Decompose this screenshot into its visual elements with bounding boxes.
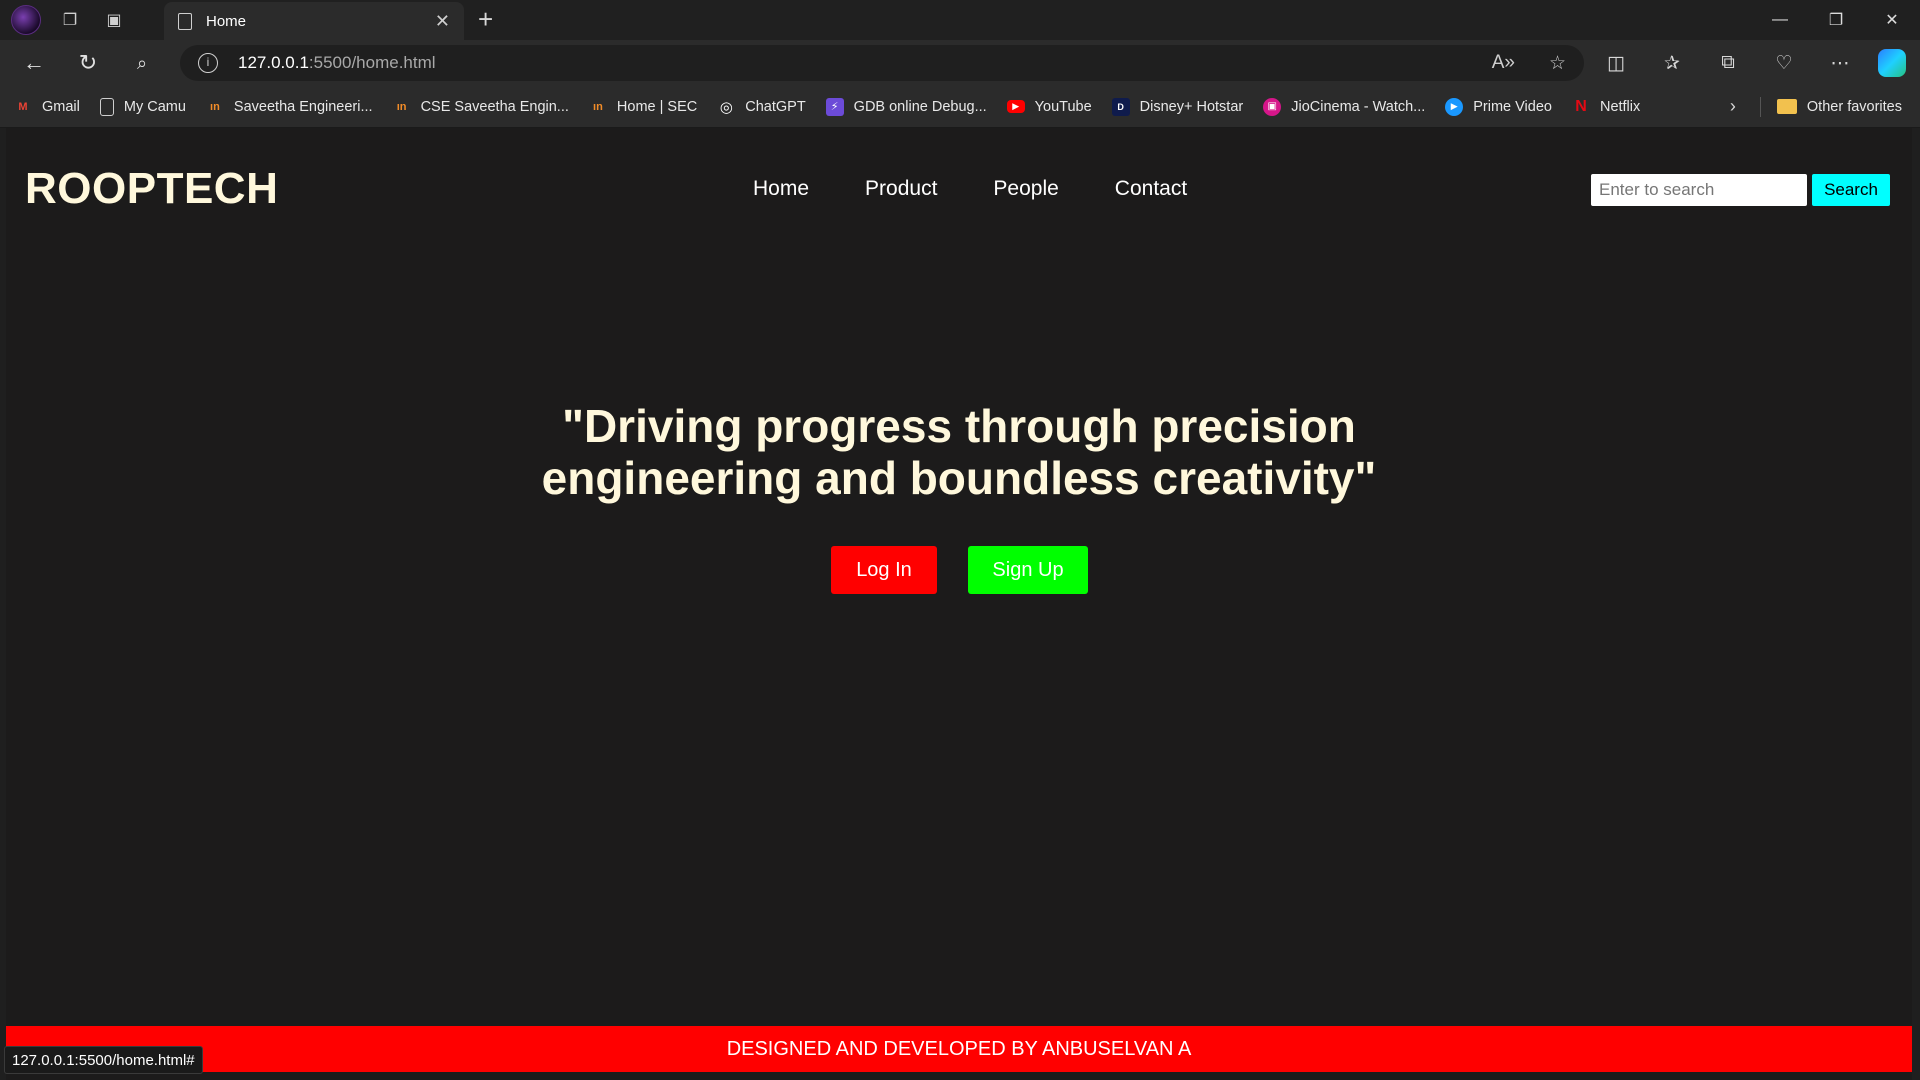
page-icon	[178, 12, 192, 30]
profile-avatar[interactable]	[10, 4, 42, 36]
nav-people-link[interactable]: People	[993, 177, 1058, 201]
close-tab-icon[interactable]: ✕	[435, 11, 450, 32]
status-url-tooltip: 127.0.0.1:5500/home.html#	[4, 1046, 203, 1074]
hero-line-2: engineering and boundless creativity"	[541, 452, 1377, 504]
saveetha-icon: ın	[396, 100, 407, 113]
auth-buttons: Log In Sign Up	[831, 546, 1088, 594]
favorite-star-icon[interactable]: ☆	[1549, 52, 1566, 75]
chatgpt-icon: ◎	[719, 98, 733, 116]
bookmark-label: Home | SEC	[616, 98, 698, 115]
bookmark-my-camu[interactable]: My Camu	[99, 97, 186, 116]
site-info-icon[interactable]: i	[198, 53, 218, 73]
search-input[interactable]	[1591, 174, 1807, 206]
bookmark-label: CSE Saveetha Engin...	[420, 98, 569, 115]
bookmark-label: Saveetha Engineeri...	[233, 98, 373, 115]
more-menu-icon[interactable]: ⋯	[1822, 45, 1858, 81]
url-path: :5500/home.html	[308, 53, 436, 72]
search-button[interactable]: Search	[1812, 174, 1890, 206]
chevron-right-icon[interactable]: ›	[1730, 96, 1736, 117]
bookmarks-bar: M Gmail My Camu ın Saveetha Engineeri... ı…	[0, 86, 1920, 128]
login-button[interactable]: Log In	[831, 546, 937, 594]
tab-home[interactable]: Home ✕	[164, 2, 464, 40]
read-aloud-icon[interactable]: A»	[1492, 52, 1515, 75]
bookmark-label: ChatGPT	[745, 98, 806, 115]
other-favorites-folder[interactable]: Other favorites	[1776, 98, 1902, 115]
bookmark-netflix[interactable]: N Netflix	[1572, 98, 1640, 116]
bookmark-disney-hotstar[interactable]: D Disney+ Hotstar	[1111, 97, 1244, 116]
workspaces-icon[interactable]: ❐	[54, 4, 86, 36]
browser-tab-bar: ❐ ▣ Home ✕ + — ❐ ✕	[0, 0, 1920, 40]
bookmark-label: Gmail	[42, 98, 80, 115]
new-tab-button[interactable]: +	[478, 4, 493, 35]
nav-product-link[interactable]: Product	[865, 177, 937, 201]
bookmark-label: GDB online Debug...	[853, 98, 987, 115]
address-bar-actions: A» ☆	[1492, 52, 1566, 75]
avatar	[11, 5, 41, 35]
site-footer: DESIGNED AND DEVELOPED BY ANBUSELVAN A	[6, 1026, 1912, 1072]
jiocinema-icon: ▣	[1263, 97, 1282, 116]
site-logo[interactable]: ROOPTECH	[25, 164, 278, 214]
bookmark-label: Netflix	[1599, 98, 1641, 115]
nav-contact-link[interactable]: Contact	[1115, 177, 1187, 201]
collections-icon[interactable]: ⧉	[1710, 45, 1746, 81]
browser-toolbar: ← ↻ ⌕ i 127.0.0.1:5500/home.html A» ☆ ◫ …	[0, 40, 1920, 86]
hero-tagline: "Driving progress through precision engi…	[6, 400, 1912, 504]
bookmark-label: JioCinema - Watch...	[1291, 98, 1426, 115]
bookmarks-divider	[1759, 96, 1761, 117]
site-navigation: Home Product People Contact	[753, 177, 1187, 201]
toolbar-actions: ◫ ✰ ⧉ ♡ ⋯ c	[1598, 45, 1906, 81]
search-icon[interactable]: ⌕	[122, 45, 162, 81]
youtube-icon: ▶	[1006, 100, 1025, 113]
bookmark-chatgpt[interactable]: ◎ ChatGPT	[717, 98, 806, 116]
bookmark-gdb-online[interactable]: ⚡ GDB online Debug...	[825, 97, 987, 116]
bookmark-jiocinema[interactable]: ▣ JioCinema - Watch...	[1263, 97, 1426, 116]
bookmark-saveetha-engineering[interactable]: ın Saveetha Engineeri...	[206, 98, 373, 116]
bookmark-home-sec[interactable]: ın Home | SEC	[589, 98, 697, 116]
saveetha-icon: ın	[593, 100, 603, 113]
copilot-icon[interactable]: c	[1878, 49, 1906, 77]
address-bar[interactable]: i 127.0.0.1:5500/home.html A» ☆	[180, 45, 1584, 81]
bookmark-label: Prime Video	[1473, 98, 1552, 115]
bookmark-label: YouTube	[1034, 98, 1092, 115]
hotstar-icon: D	[1111, 97, 1130, 116]
tab-title: Home	[206, 12, 247, 30]
bookmark-youtube[interactable]: ▶ YouTube	[1006, 98, 1092, 115]
folder-icon	[1776, 99, 1797, 114]
close-window-icon[interactable]: ✕	[1864, 0, 1920, 40]
bookmark-gmail[interactable]: M Gmail	[14, 98, 80, 116]
refresh-button[interactable]: ↻	[68, 45, 108, 81]
minimize-icon[interactable]: —	[1752, 0, 1808, 40]
tab-actions-icon[interactable]: ▣	[98, 4, 130, 36]
bookmark-prime-video[interactable]: ▶ Prime Video	[1445, 97, 1552, 116]
window-controls: — ❐ ✕	[1752, 0, 1920, 40]
url-host: 127.0.0.1	[238, 53, 309, 72]
saveetha-icon: ın	[210, 100, 220, 113]
browser-essentials-icon[interactable]: ♡	[1766, 45, 1802, 81]
hero-line-1: "Driving progress through precision	[562, 400, 1356, 452]
netflix-icon: N	[1575, 97, 1587, 115]
other-favorites-label: Other favorites	[1806, 98, 1902, 115]
nav-home-link[interactable]: Home	[753, 177, 809, 201]
gmail-icon: M	[18, 100, 28, 113]
bookmark-label: Disney+ Hotstar	[1139, 98, 1244, 115]
restore-icon[interactable]: ❐	[1808, 0, 1864, 40]
primevideo-icon: ▶	[1445, 97, 1464, 116]
split-screen-icon[interactable]: ◫	[1598, 45, 1634, 81]
signup-button[interactable]: Sign Up	[968, 546, 1088, 594]
gdb-icon: ⚡	[825, 97, 844, 116]
site-search: Search	[1591, 174, 1890, 206]
bookmark-label: My Camu	[123, 98, 186, 115]
page-viewport: ROOPTECH Home Product People Contact Sea…	[6, 128, 1912, 1080]
back-button[interactable]: ←	[14, 45, 54, 81]
favorites-icon[interactable]: ✰	[1654, 45, 1690, 81]
bookmark-cse-saveetha[interactable]: ın CSE Saveetha Engin...	[393, 98, 569, 116]
page-icon	[99, 97, 114, 116]
